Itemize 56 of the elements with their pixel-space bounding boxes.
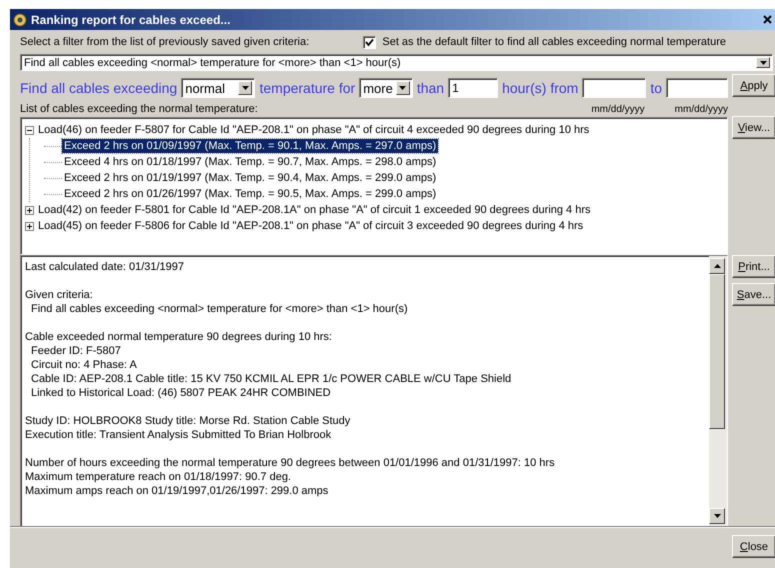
detail-line: Cable ID: AEP-208.1 Cable title: 15 KV 750 KCMIL AL EPR 1/c POWER CABLE w/CU Tape Shield: [30, 372, 512, 386]
dropdown-arrow-icon: [760, 60, 766, 64]
date-format-hint: mm/dd/yyyy: [591, 104, 645, 114]
scroll-up-icon[interactable]: [714, 264, 720, 268]
date-format-hint: mm/dd/yyyy: [674, 104, 728, 114]
detail-line: Maximum temperature reach on 01/18/1997: 90.7 deg.: [25, 470, 292, 484]
to-date-field[interactable]: [666, 78, 728, 98]
hours-field[interactable]: 1: [448, 78, 498, 98]
detail-line: Last calculated date: 01/31/1997: [25, 260, 186, 274]
detail-line: Maximum amps reach on 01/19/1997,01/26/1997: 299.0 amps: [25, 484, 330, 498]
apply-button[interactable]: Apply: [732, 74, 775, 97]
tree-item[interactable]: Load(46) on feeder F-5807 for Cable Id "AEP-208.1" on phase "A" of circuit 4 exceeded 90 degrees during 10 hrs: [36, 123, 592, 137]
filter-label: Select a filter from the list of previously saved given criteria:: [20, 36, 310, 48]
window-title: Ranking report for cables exceed...: [31, 12, 232, 26]
tree-item[interactable]: Exceed 2 hrs on 01/19/1997 (Max. Temp. = 90.4, Max. Amps. = 299.0 amps): [62, 171, 438, 185]
list-label: List of cables exceeding the normal temperature:: [20, 103, 259, 115]
from-date-field[interactable]: [582, 78, 646, 98]
tree-item[interactable]: Exceed 2 hrs on 01/09/1997 (Max. Temp. = 90.1, Max. Amps. = 297.0 amps): [62, 139, 438, 153]
default-filter-checkbox[interactable]: [363, 36, 376, 48]
tree-item[interactable]: Exceed 2 hrs on 01/26/1997 (Max. Temp. = 90.5, Max. Amps. = 299.0 amps): [62, 187, 438, 201]
scroll-down-icon[interactable]: [714, 514, 720, 518]
checkbox-label: Set as the default filter to find all cables exceeding normal temperature: [382, 36, 726, 48]
expand-icon[interactable]: [25, 206, 34, 214]
detail-line: Find all cables exceeding <normal> temperature for <more> than <1> hour(s): [30, 302, 409, 316]
filter-dropdown[interactable]: Find all cables exceeding <normal> temperature for <more> than <1> hour(s): [20, 54, 773, 71]
tree-item[interactable]: Load(42) on feeder F-5801 for Cable Id "AEP-208.1A" on phase "A" of circuit 1 exceeded 90 degrees during 4 hrs: [36, 203, 593, 217]
tree-item[interactable]: Exceed 4 hrs on 01/18/1997 (Max. Temp. = 90.7, Max. Amps. = 298.0 amps): [62, 155, 438, 169]
criteria-label: hour(s) from: [502, 80, 578, 96]
scroll-bar[interactable]: [709, 256, 727, 526]
detail-line: Study ID: HOLBROOK8 Study title: Morse Rd. Station Cable Study: [25, 414, 352, 428]
detail-line: Given criteria:: [25, 288, 94, 302]
level-dropdown[interactable]: normal: [181, 78, 256, 98]
collapse-icon[interactable]: [25, 126, 34, 134]
detail-line: Circuit no: 4 Phase: A: [30, 358, 138, 372]
criteria-label: than: [416, 80, 444, 96]
detail-line: Cable exceeded normal temperature 90 degrees during 10 hrs:: [25, 330, 333, 344]
details-button[interactable]: Save...: [732, 283, 775, 306]
criteria-label: Find all cables exceeding: [20, 80, 178, 96]
criteria-label: to: [650, 80, 662, 96]
tree-item[interactable]: Load(45) on feeder F-5806 for Cable Id "AEP-208.1" on phase "A" of circuit 3 exceeded 90 degrees during 4 hrs: [36, 219, 586, 233]
dropdown-arrow-icon: [242, 86, 249, 90]
view-button[interactable]: View...: [732, 116, 775, 139]
close-icon[interactable]: [763, 15, 772, 24]
scroll-thumb[interactable]: [709, 274, 725, 429]
criteria-label: temperature for: [259, 80, 356, 96]
detail-line: Execution title: Transient Analysis Submitted To Brian Holbrook: [25, 428, 332, 442]
app-icon: [13, 12, 27, 26]
detail-line: Feeder ID: F-5807: [30, 344, 122, 358]
detail-line: Linked to Historical Load: (46) 5807 PEAK 24HR COMBINED: [30, 386, 332, 400]
detail-line: Number of hours exceeding the normal temperature 90 degrees between 01/01/1996 and 01/31/1997: 10 hrs: [25, 456, 556, 470]
comparison-dropdown[interactable]: more: [359, 78, 413, 98]
check-icon: [365, 38, 374, 46]
expand-icon[interactable]: [25, 222, 34, 230]
dropdown-arrow-icon: [399, 86, 406, 90]
details-button[interactable]: Print...: [732, 255, 775, 278]
close-button[interactable]: Close: [732, 535, 775, 558]
